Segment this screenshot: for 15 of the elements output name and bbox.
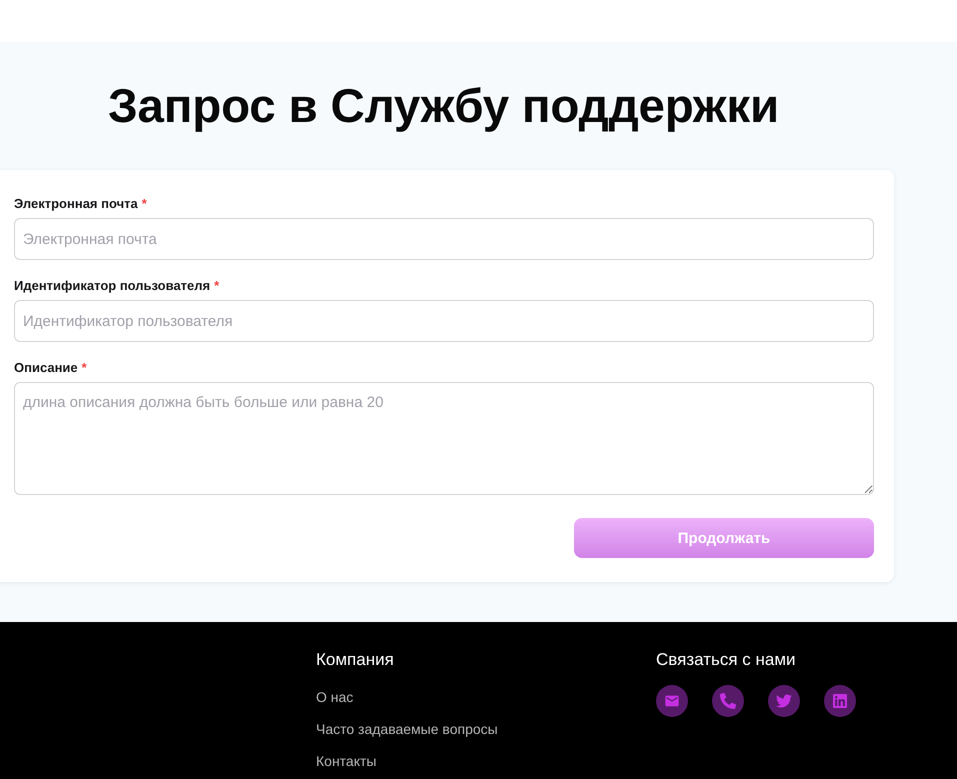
footer-link[interactable]: О нас [316,687,354,707]
field-label: Описание * [14,359,88,377]
textarea-field[interactable]: длина описания должна быть больше или равна 20 [14,382,874,495]
footer-heading: Связаться с нами [656,649,797,671]
page-title: Запрос в Службу поддержки [108,79,780,134]
footer-link[interactable]: Контакты [316,751,376,771]
footer-link[interactable]: Часто задаваемые вопросы [316,719,498,739]
input-field[interactable]: Электронная почта [14,218,874,260]
envelope-icon[interactable] [656,685,688,717]
field-label: Электронная почта * [14,195,148,213]
field-label: Идентификатор пользователя * [14,277,220,295]
footer-heading: Компания [316,649,395,671]
input-field[interactable]: Идентификатор пользователя [14,300,874,342]
bird-icon[interactable] [768,685,800,717]
phone-icon[interactable] [712,685,744,717]
